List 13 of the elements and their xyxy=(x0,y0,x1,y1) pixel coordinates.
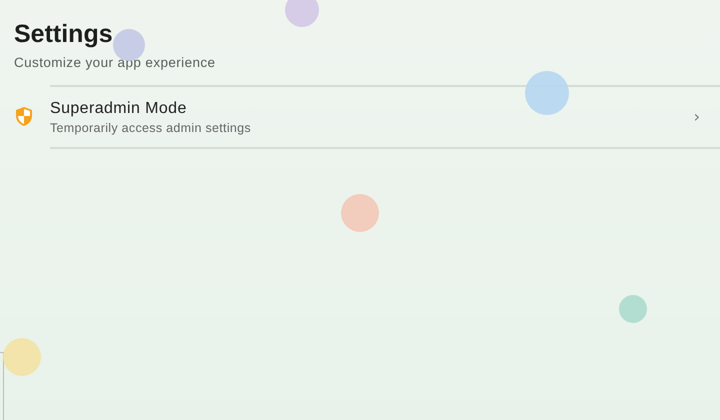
page-subtitle: Customize your app experience xyxy=(14,55,216,71)
shield-icon xyxy=(16,107,32,126)
decorative-dot xyxy=(285,0,319,27)
page-title: Settings xyxy=(14,19,113,49)
settings-item[interactable]: Superadmin Mode Temporarily access admin settings › xyxy=(50,87,720,147)
decorative-dot xyxy=(525,71,569,115)
decorative-dot xyxy=(619,295,647,323)
decorative-dot xyxy=(341,194,379,232)
chevron-icon: › xyxy=(694,109,700,125)
decorative-dot xyxy=(113,29,145,61)
decorative-dot xyxy=(3,338,41,376)
item-title: Superadmin Mode xyxy=(50,98,188,118)
item-description: Temporarily access admin settings xyxy=(50,120,252,136)
